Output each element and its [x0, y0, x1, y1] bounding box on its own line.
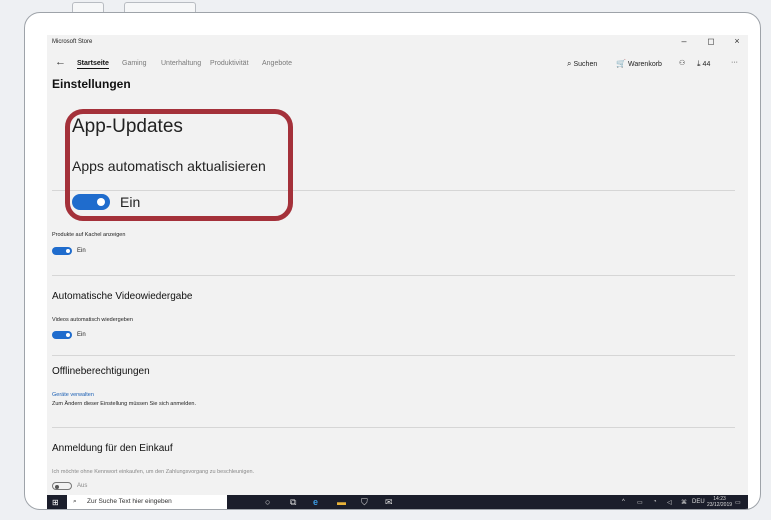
toggle-knob: [55, 484, 59, 489]
cart-icon: 🛒: [616, 59, 626, 68]
language-indicator[interactable]: DEU: [692, 499, 705, 505]
tiles-label: Produkte auf Kachel anzeigen: [52, 232, 126, 238]
tab-gaming[interactable]: Gaming: [122, 60, 147, 67]
explorer-icon[interactable]: ▬: [337, 497, 346, 507]
page-title: Einstellungen: [52, 77, 131, 91]
tab-produktivitaet[interactable]: Produktivität: [210, 60, 249, 67]
toggle-knob: [66, 333, 70, 337]
divider: [52, 355, 735, 356]
tray-chevron-icon[interactable]: ^: [622, 499, 625, 505]
search-button[interactable]: ⌕ Suchen: [567, 59, 597, 69]
purchase-toggle-text: Aus: [77, 483, 88, 489]
purchase-toggle[interactable]: [52, 482, 72, 490]
highlight-box: [65, 109, 293, 221]
account-icon[interactable]: ⚇: [679, 59, 685, 67]
tab-unterhaltung[interactable]: Unterhaltung: [161, 60, 201, 67]
cart-button[interactable]: 🛒 Warenkorb: [616, 59, 662, 68]
tiles-toggle-text: Ein: [77, 248, 86, 254]
offline-note: Zum Ändern dieser Einstellung müssen Sie…: [52, 401, 196, 407]
notification-icon[interactable]: ▭: [735, 499, 741, 506]
network-icon[interactable]: ◔: [653, 499, 657, 505]
video-toggle-text: Ein: [77, 332, 86, 338]
maximize-button[interactable]: ◻: [705, 36, 717, 47]
download-icon: ⤓: [697, 59, 701, 68]
downloads-button[interactable]: ⤓ 44: [697, 59, 710, 69]
store-window: Microsoft Store – ◻ × ← Startseite Gamin…: [47, 35, 748, 509]
tiles-toggle[interactable]: [52, 247, 72, 255]
divider: [52, 427, 735, 428]
search-icon: ⌕: [73, 498, 77, 505]
language-icon[interactable]: ⌘: [681, 499, 687, 506]
tab-startseite[interactable]: Startseite: [77, 60, 109, 69]
title-bar: Microsoft Store – ◻ ×: [47, 35, 748, 53]
toggle-knob: [66, 249, 70, 253]
edge-icon[interactable]: e: [313, 497, 318, 507]
purchase-title: Anmeldung für den Einkauf: [52, 443, 173, 454]
video-title: Automatische Videowiedergabe: [52, 291, 193, 302]
divider: [52, 275, 735, 276]
volume-icon[interactable]: ◁: [667, 499, 672, 506]
search-icon: ⌕: [567, 59, 572, 68]
clock[interactable]: 14:23 23/12/2019: [707, 496, 732, 508]
store-icon[interactable]: ⛉: [361, 497, 368, 508]
more-icon[interactable]: ···: [731, 59, 738, 66]
windows-start-icon[interactable]: ⊞: [52, 498, 59, 507]
taskbar-search-placeholder: Zur Suche Text hier eingeben: [87, 498, 172, 505]
battery-icon[interactable]: ▭: [637, 499, 643, 506]
task-view-icon[interactable]: ⧉: [290, 497, 296, 508]
taskbar-search[interactable]: ⌕ Zur Suche Text hier eingeben: [67, 495, 227, 509]
screenshot-frame: Microsoft Store – ◻ × ← Startseite Gamin…: [24, 12, 761, 510]
video-label: Videos automatisch wiedergeben: [52, 317, 133, 323]
minimize-button[interactable]: –: [678, 36, 690, 46]
taskbar: ⊞ ⌕ Zur Suche Text hier eingeben ○ ⧉ e ▬…: [47, 495, 748, 509]
offline-title: Offlineberechtigungen: [52, 366, 150, 377]
back-arrow-icon[interactable]: ←: [55, 56, 66, 68]
close-button[interactable]: ×: [731, 36, 743, 46]
video-toggle[interactable]: [52, 331, 72, 339]
tab-angebote[interactable]: Angebote: [262, 60, 292, 67]
top-nav: ← Startseite Gaming Unterhaltung Produkt…: [47, 53, 748, 75]
cortana-icon[interactable]: ○: [265, 497, 270, 507]
manage-devices-link[interactable]: Geräte verwalten: [52, 392, 94, 398]
mail-icon[interactable]: ✉: [385, 497, 393, 508]
app-title: Microsoft Store: [52, 39, 93, 45]
purchase-label: Ich möchte ohne Kennwort einkaufen, um d…: [52, 469, 255, 475]
